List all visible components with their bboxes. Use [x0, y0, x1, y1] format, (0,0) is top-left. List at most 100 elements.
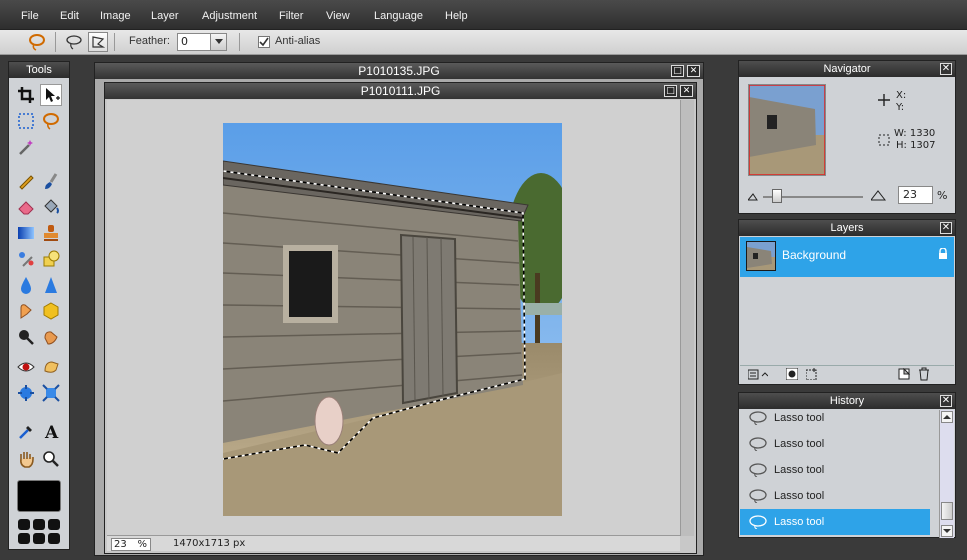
zoom-value: 23: [114, 539, 127, 550]
color-mode-grid-icon[interactable]: [17, 518, 63, 546]
freehand-lasso-icon[interactable]: [64, 33, 84, 51]
stamp-tool-icon[interactable]: [40, 222, 62, 244]
new-layer-icon[interactable]: [898, 367, 911, 380]
layer-settings-icon[interactable]: [747, 369, 769, 381]
tools-panel-title: Tools: [9, 62, 69, 78]
polygon-lasso-button[interactable]: [88, 32, 108, 52]
menu-adjustment[interactable]: Adjustment: [202, 10, 257, 22]
dodge-tool-icon[interactable]: [15, 326, 37, 348]
pinch-tool-icon[interactable]: [15, 382, 37, 404]
history-list: Lasso tool Lasso tool Lasso tool Lasso t…: [740, 410, 939, 538]
color-replace-tool-icon[interactable]: [15, 248, 37, 270]
shape-tool-icon[interactable]: [40, 248, 62, 270]
gradient-tool-icon[interactable]: [15, 222, 37, 244]
zoom-out-mountain-icon[interactable]: [746, 191, 760, 201]
spherize-tool-icon[interactable]: [40, 382, 62, 404]
menu-view[interactable]: View: [326, 10, 350, 22]
menu-language[interactable]: Language: [374, 10, 423, 22]
move-tool-icon[interactable]: [40, 84, 62, 106]
menu-file[interactable]: File: [21, 10, 39, 22]
selection-size-icon: [878, 134, 890, 146]
close-icon[interactable]: ✕: [687, 65, 700, 77]
zoom-field[interactable]: 23 %: [111, 538, 151, 551]
navigator-thumbnail[interactable]: [748, 84, 826, 176]
lasso-tool-indicator-icon[interactable]: [26, 32, 48, 52]
primary-color-swatch[interactable]: [17, 480, 61, 512]
selection-height: H: 1307: [896, 140, 936, 151]
scroll-up-arrow-icon[interactable]: [941, 411, 953, 423]
history-panel: History ✕ Lasso tool Lasso tool Lasso to…: [738, 392, 956, 538]
antialias-checkbox[interactable]: [258, 36, 270, 48]
zoom-tool-icon[interactable]: [40, 448, 62, 470]
layers-title[interactable]: Layers: [739, 220, 955, 236]
layers-panel: Layers ✕ Background: [738, 219, 956, 385]
scroll-down-arrow-icon[interactable]: [941, 525, 953, 537]
feather-select[interactable]: 0: [177, 33, 227, 51]
document-front-title[interactable]: P1010111.JPG: [105, 83, 696, 99]
lasso-icon: [749, 515, 767, 529]
crop-tool-icon[interactable]: [15, 84, 37, 106]
hand-tool-icon[interactable]: [15, 448, 37, 470]
bloat-tool-icon[interactable]: [40, 356, 62, 378]
crosshair-icon: [878, 94, 890, 106]
smudge-tool-icon[interactable]: [15, 300, 37, 322]
document-window-front: P1010111.JPG □ ✕ 23 % 1470x1713 px: [104, 82, 697, 554]
menu-image[interactable]: Image: [100, 10, 131, 22]
menu-layer[interactable]: Layer: [151, 10, 179, 22]
type-tool-icon[interactable]: A: [40, 420, 62, 442]
marquee-tool-icon[interactable]: [15, 110, 37, 132]
menu-filter[interactable]: Filter: [279, 10, 303, 22]
menu-help[interactable]: Help: [445, 10, 468, 22]
image-dimensions: 1470x1713 px: [173, 538, 246, 549]
eraser-tool-icon[interactable]: [15, 196, 37, 218]
svg-text:A: A: [44, 423, 59, 440]
pencil-tool-icon[interactable]: [15, 170, 37, 192]
layer-name: Background: [782, 248, 847, 262]
lasso-icon: [749, 489, 767, 503]
close-icon[interactable]: ✕: [680, 85, 693, 97]
close-icon[interactable]: ✕: [940, 63, 952, 75]
menu-edit[interactable]: Edit: [60, 10, 79, 22]
fill-bucket-tool-icon[interactable]: [40, 196, 62, 218]
canvas-vertical-scrollbar[interactable]: [680, 100, 694, 536]
history-item[interactable]: Lasso tool: [740, 457, 930, 483]
history-item[interactable]: Lasso tool: [740, 483, 930, 509]
delete-layer-icon[interactable]: [918, 367, 930, 381]
layers-toolbar: [740, 365, 954, 383]
brush-tool-icon[interactable]: [40, 170, 62, 192]
close-icon[interactable]: ✕: [940, 222, 952, 234]
history-item[interactable]: Lasso tool: [740, 410, 930, 431]
sharpen-tool-icon[interactable]: [40, 274, 62, 296]
history-scrollbar[interactable]: [939, 410, 954, 538]
lasso-icon: [749, 437, 767, 451]
chevron-down-icon[interactable]: [210, 34, 226, 50]
history-item-label: Lasso tool: [774, 438, 825, 450]
layer-row[interactable]: Background: [740, 237, 954, 277]
burn-tool-icon[interactable]: [40, 326, 62, 348]
color-picker-tool-icon[interactable]: [15, 420, 37, 442]
layer-style-icon[interactable]: [805, 368, 818, 381]
history-item-active[interactable]: Lasso tool: [740, 509, 930, 535]
sponge-tool-icon[interactable]: [40, 300, 62, 322]
tools-panel: Tools A: [8, 61, 70, 550]
photo-canvas[interactable]: [223, 123, 562, 516]
navigator-panel: Navigator ✕ X: Y: W: 1330 H: 1307 23 %: [738, 60, 956, 214]
layer-mask-icon[interactable]: [785, 367, 799, 381]
document-back-title[interactable]: P1010135.JPG: [95, 63, 703, 79]
history-item[interactable]: Lasso tool: [740, 431, 930, 457]
history-title[interactable]: History: [739, 393, 955, 409]
maximize-icon[interactable]: □: [664, 85, 677, 97]
canvas-area[interactable]: [107, 100, 680, 536]
navigator-title[interactable]: Navigator: [739, 61, 955, 77]
blur-tool-icon[interactable]: [15, 274, 37, 296]
status-bar: 23 % 1470x1713 px: [107, 535, 680, 551]
red-eye-tool-icon[interactable]: [15, 356, 37, 378]
lasso-tool-icon[interactable]: [40, 110, 62, 132]
zoom-in-mountain-icon[interactable]: [869, 189, 887, 201]
maximize-icon[interactable]: □: [671, 65, 684, 77]
navigator-zoom-input[interactable]: 23: [898, 186, 933, 204]
close-icon[interactable]: ✕: [940, 395, 952, 407]
scroll-thumb[interactable]: [941, 502, 953, 520]
zoom-slider-handle[interactable]: [772, 189, 782, 203]
magic-wand-tool-icon[interactable]: [15, 136, 37, 158]
